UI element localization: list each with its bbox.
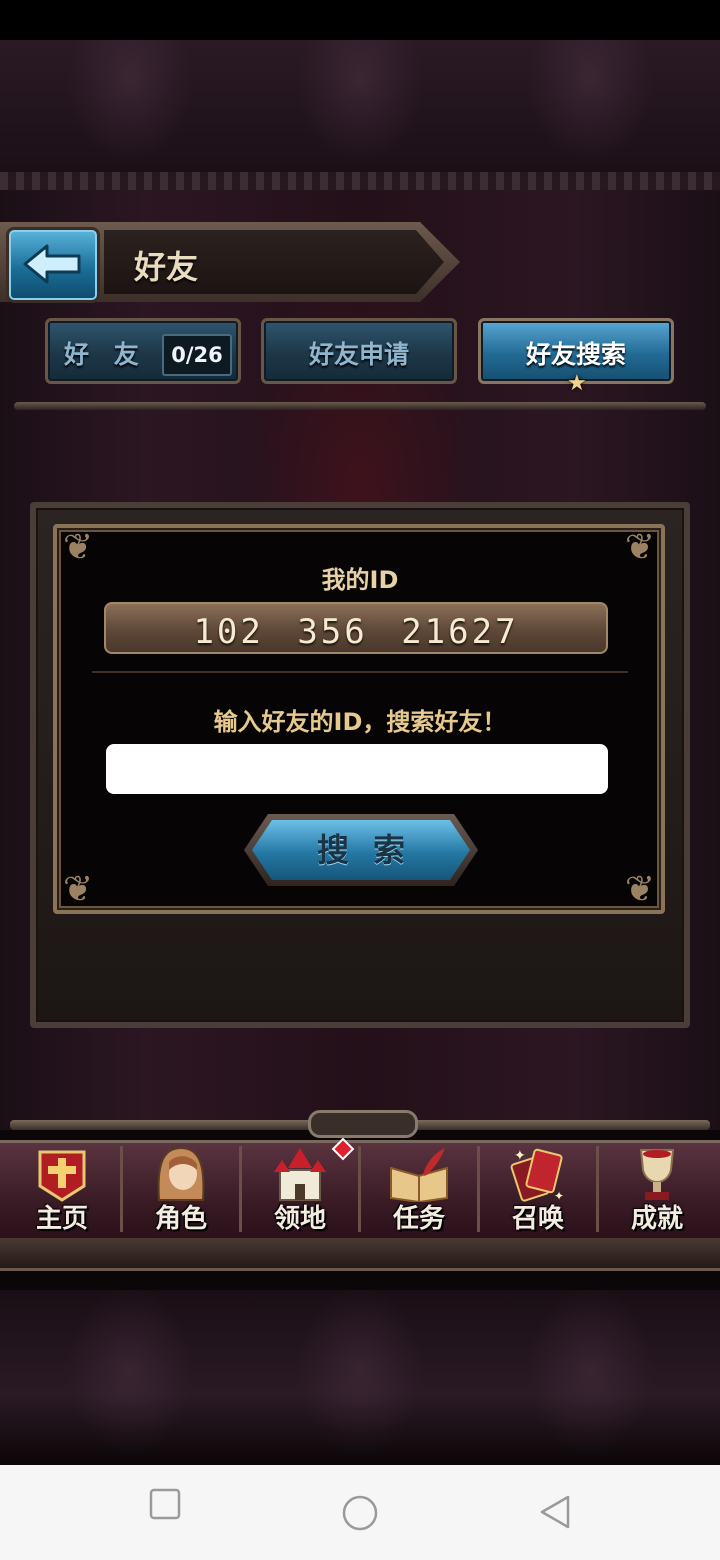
nav-item-character[interactable]: 角色	[123, 1146, 242, 1234]
back-arrow-icon	[23, 244, 81, 284]
my-id-box: 102 356 21627	[104, 602, 608, 654]
search-prompt: 输入好友的ID，搜索好友！	[213, 708, 507, 736]
quest-book-icon	[390, 1148, 448, 1202]
tab-friends[interactable]: 好 友 0/26	[45, 318, 241, 384]
nav-item-achievements[interactable]: 成就	[599, 1146, 715, 1234]
status-bar	[0, 0, 720, 40]
back-button[interactable]	[6, 227, 100, 303]
nav-item-quests[interactable]: 任务	[361, 1146, 480, 1234]
search-button[interactable]: 搜索	[252, 820, 470, 880]
home-icon[interactable]	[340, 1493, 380, 1533]
tab-divider	[14, 402, 706, 410]
section-divider	[92, 671, 628, 673]
top-decoration	[0, 40, 720, 190]
tab-friend-search[interactable]: 好友搜索 ★	[478, 318, 674, 396]
ornament-corner-icon: ❦	[63, 869, 94, 910]
nav-ornament	[308, 1110, 418, 1138]
nav-label-territory: 领地	[273, 1204, 326, 1234]
friend-id-input[interactable]	[106, 744, 608, 794]
recent-apps-icon[interactable]	[148, 1487, 182, 1521]
bottom-decoration	[0, 1290, 720, 1465]
castle-icon	[274, 1148, 326, 1201]
my-id-label: 我的ID	[321, 566, 399, 594]
nav-label-home: 主页	[35, 1204, 88, 1234]
back-icon[interactable]	[538, 1493, 572, 1531]
nav-label-quests: 任务	[392, 1204, 445, 1234]
tab-friends-label: 好 友	[64, 340, 147, 369]
character-hood-icon	[157, 1146, 205, 1201]
nav-item-home[interactable]: 主页	[4, 1146, 123, 1234]
selected-star-icon: ★	[567, 371, 587, 396]
nav-label-achievements: 成就	[630, 1204, 683, 1234]
nav-item-summon[interactable]: ✦ ✦ 召唤	[480, 1146, 599, 1234]
tab-friend-requests-label: 好友申请	[308, 340, 409, 369]
top-decoration-border	[0, 172, 720, 190]
search-button-label: 搜索	[316, 832, 429, 868]
page-title: 好友	[134, 248, 199, 286]
friend-count-badge: 0/26	[162, 334, 232, 376]
my-id-value: 102 356 21627	[193, 612, 519, 652]
summon-cards-icon: ✦ ✦	[510, 1148, 564, 1202]
svg-text:✦: ✦	[514, 1148, 526, 1164]
tab-friend-requests[interactable]: 好友申请	[261, 318, 457, 384]
tab-friend-search-label: 好友搜索	[525, 340, 626, 369]
nav-label-summon: 召唤	[511, 1204, 564, 1234]
nav-bottom-border	[0, 1238, 720, 1271]
nav-label-character: 角色	[154, 1204, 207, 1234]
home-banner-icon	[38, 1150, 86, 1202]
trophy-icon	[639, 1149, 675, 1200]
system-nav-bar	[0, 1465, 720, 1560]
ornament-corner-icon: ❦	[624, 869, 655, 910]
